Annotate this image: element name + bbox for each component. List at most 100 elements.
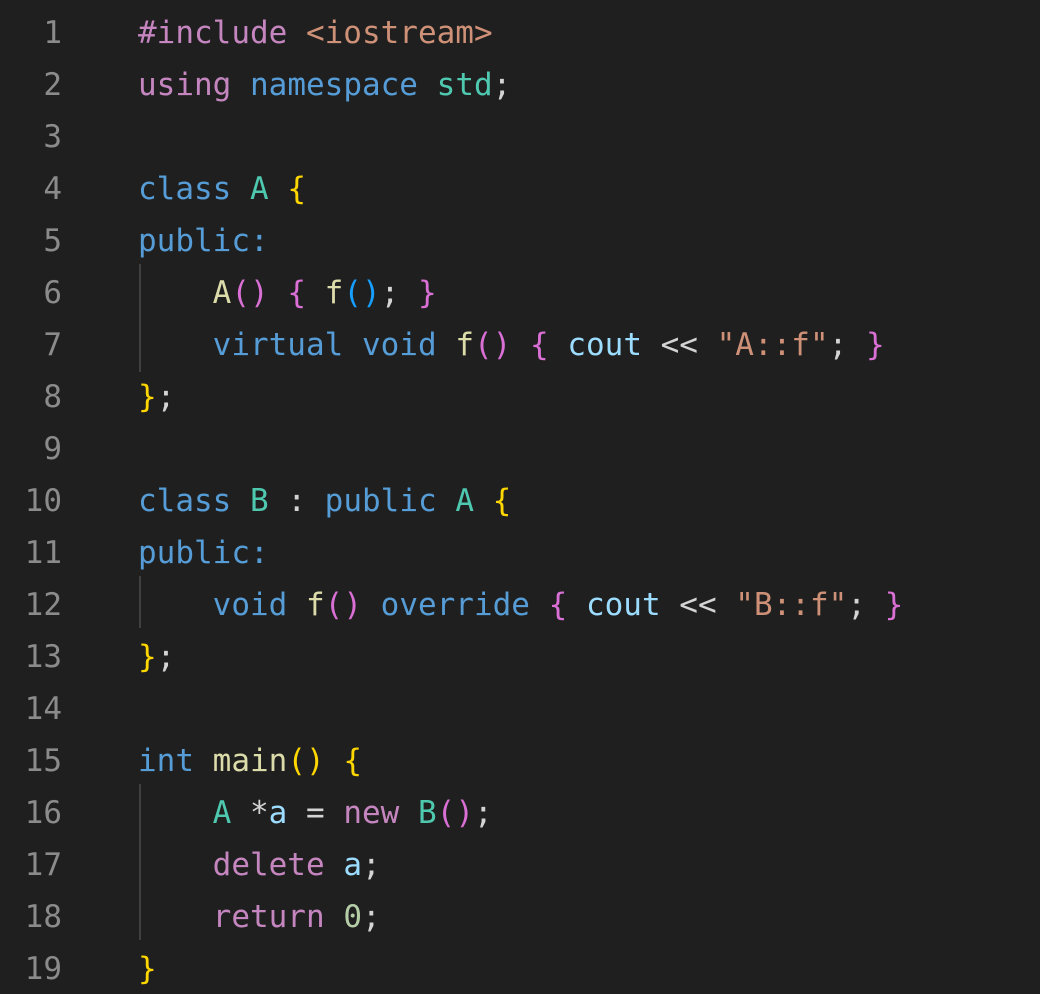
code-token-type-name: B (418, 795, 437, 831)
code-text: public: (138, 221, 269, 261)
code-token-bracket-level-1: { (287, 171, 307, 207)
code-line[interactable]: 16 A *a = new B(); (0, 780, 1040, 832)
code-token-type-name: A (250, 171, 269, 207)
code-token-bracket-level-1: } (138, 639, 157, 675)
code-line[interactable]: 2 using namespace std; (0, 52, 1040, 104)
code-token-bracket-level-2: { (548, 587, 568, 623)
code-token-keyword: namespace (250, 67, 418, 103)
code-token-keyword: public: (138, 535, 269, 571)
code-text: } (138, 949, 157, 989)
code-line[interactable]: 1 #include <iostream> (0, 0, 1040, 52)
code-line[interactable]: 3 (0, 104, 1040, 156)
code-line[interactable]: 19} (0, 936, 1040, 988)
code-token-plain: ; (828, 327, 866, 363)
code-line[interactable]: 14 (0, 676, 1040, 728)
code-token-type-name: A (212, 795, 232, 831)
code-token-control-keyword: using (138, 67, 232, 103)
code-token-plain: ; (492, 67, 512, 103)
code-line[interactable]: 11 public: (0, 520, 1040, 572)
line-number: 7 (43, 327, 62, 363)
code-token-keyword: class (138, 171, 232, 207)
code-token-bracket-level-2: () (436, 795, 474, 831)
code-token-plain: ; (361, 847, 381, 883)
code-token-bracket-level-1: { (343, 743, 362, 779)
code-text: class B : public A { (138, 481, 511, 521)
code-token-function: main (212, 743, 288, 779)
code-line[interactable]: 5 public: (0, 208, 1040, 260)
code-token-keyword: virtual (212, 327, 344, 363)
code-token-plain: ; (156, 379, 176, 415)
code-text: A() { f(); } (138, 273, 437, 313)
code-text: class A { (138, 169, 306, 209)
code-text: void f() override { cout << "B::f"; } (138, 585, 904, 625)
code-token-control-keyword: delete (212, 847, 325, 883)
code-token-function: f (455, 327, 474, 363)
code-token-variable: cout (585, 587, 661, 623)
code-token-keyword: class (138, 483, 232, 519)
code-token-control-keyword: new (343, 795, 400, 831)
code-token-plain: << (660, 587, 736, 623)
code-line[interactable]: 18 return 0; (0, 884, 1040, 936)
code-editor[interactable]: 1 #include <iostream> 2 using namespace std… (0, 0, 1040, 994)
code-line[interactable]: 12 void f() override { cout << "B::f"; } (0, 572, 1040, 624)
code-token-plain: ; (474, 795, 493, 831)
code-token-plain: * (231, 795, 269, 831)
line-number: 19 (24, 951, 62, 987)
code-text: }; (138, 637, 175, 677)
code-line[interactable]: 4 class A { (0, 156, 1040, 208)
code-token-keyword: public (324, 483, 437, 519)
code-token-type-name: B (250, 483, 269, 519)
code-token-string: "B::f" (735, 587, 848, 623)
code-text: }; (138, 377, 175, 417)
code-token-keyword: void (212, 587, 288, 623)
code-token-plain: ; (847, 587, 885, 623)
code-token-type-name: A (455, 483, 474, 519)
code-token-variable: a (343, 847, 362, 883)
code-text: using namespace std; (138, 65, 511, 105)
code-token-keyword: override (380, 587, 530, 623)
code-line[interactable]: 6 A() { f(); } (0, 260, 1040, 312)
code-line[interactable]: 15 int main() { (0, 728, 1040, 780)
code-token-number: 0 (343, 899, 362, 935)
code-line[interactable]: 7 virtual void f() { cout << "A::f"; } (0, 312, 1040, 364)
line-number: 1 (43, 15, 62, 51)
code-token-control-keyword: return (212, 899, 325, 935)
line-number: 14 (24, 691, 62, 727)
code-line[interactable]: 17 delete a; (0, 832, 1040, 884)
code-line[interactable]: 8}; (0, 364, 1040, 416)
code-text: delete a; (138, 845, 381, 885)
code-line[interactable]: 9 (0, 416, 1040, 468)
line-number: 10 (24, 483, 62, 519)
line-number: 6 (43, 275, 62, 311)
line-number: 9 (43, 431, 62, 467)
line-number: 16 (24, 795, 62, 831)
code-token-plain: ; (156, 639, 176, 675)
code-token-function: f (324, 275, 344, 311)
line-number: 18 (24, 899, 62, 935)
code-text: A *a = new B(); (138, 793, 493, 833)
code-token-bracket-level-2: } (884, 587, 904, 623)
code-token-plain: << (641, 327, 717, 363)
code-token-bracket-level-1: { (492, 483, 512, 519)
code-text: virtual void f() { cout << "A::f"; } (138, 325, 885, 365)
line-number: 11 (24, 535, 62, 571)
code-line[interactable]: 10 class B : public A { (0, 468, 1040, 520)
code-token-variable: cout (567, 327, 642, 363)
code-token-function: f (305, 587, 325, 623)
code-line[interactable]: 13}; (0, 624, 1040, 676)
line-number: 15 (24, 743, 62, 779)
